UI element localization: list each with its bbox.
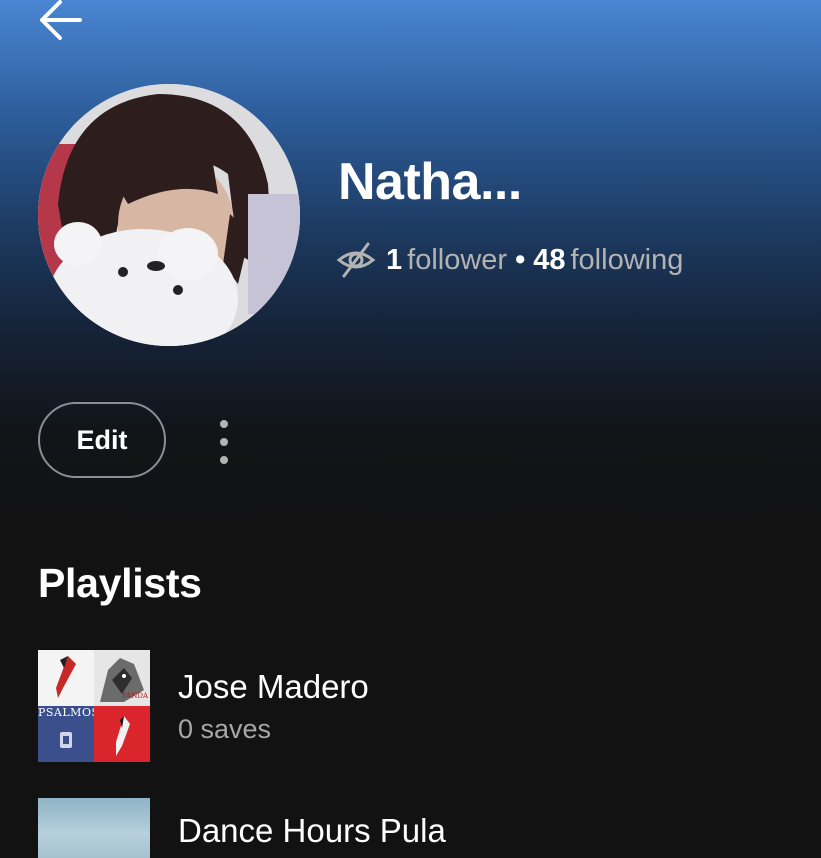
more-dot xyxy=(220,438,228,446)
following-label[interactable]: following xyxy=(571,244,684,277)
follow-stats: 1 follower • 48 following xyxy=(336,240,683,280)
cover-text-psalmos: PSALMOS xyxy=(38,706,94,719)
playlist-cover xyxy=(38,798,150,858)
following-count[interactable]: 48 xyxy=(533,244,565,277)
cover-tile-4 xyxy=(94,706,150,762)
playlist-item[interactable]: PANDA PSALMOS Jose Madero 0 saves xyxy=(38,650,798,762)
cover-art-4 xyxy=(116,716,130,756)
playlist-cover: PANDA PSALMOS xyxy=(38,650,150,762)
profile-name: Natha... xyxy=(338,153,522,211)
playlist-title: Dance Hours Pula xyxy=(178,812,446,849)
playlist-title: Jose Madero xyxy=(178,667,369,705)
more-dot xyxy=(220,456,228,464)
cover-tile-3: PSALMOS xyxy=(38,706,94,762)
eye-off-icon xyxy=(336,242,376,278)
arrow-left-icon xyxy=(40,0,82,40)
edit-button[interactable]: Edit xyxy=(38,402,166,478)
more-options-button[interactable] xyxy=(204,412,244,472)
cover-tile-2: PANDA xyxy=(94,650,150,706)
cover-tile-1 xyxy=(38,650,94,706)
playlists-heading: Playlists xyxy=(38,560,202,606)
stats-separator: • xyxy=(515,243,526,276)
back-button[interactable] xyxy=(30,0,90,48)
avatar[interactable] xyxy=(38,84,300,346)
more-vertical-icon xyxy=(220,420,228,428)
playlist-item[interactable]: Dance Hours Pula xyxy=(38,798,798,858)
cover-text-panda: PANDA xyxy=(122,692,148,700)
avatar-photo xyxy=(38,84,300,346)
cover-art-1 xyxy=(56,656,76,698)
playlist-saves: 0 saves xyxy=(178,713,272,744)
followers-label[interactable]: follower xyxy=(407,244,507,277)
followers-count[interactable]: 1 xyxy=(386,244,402,277)
